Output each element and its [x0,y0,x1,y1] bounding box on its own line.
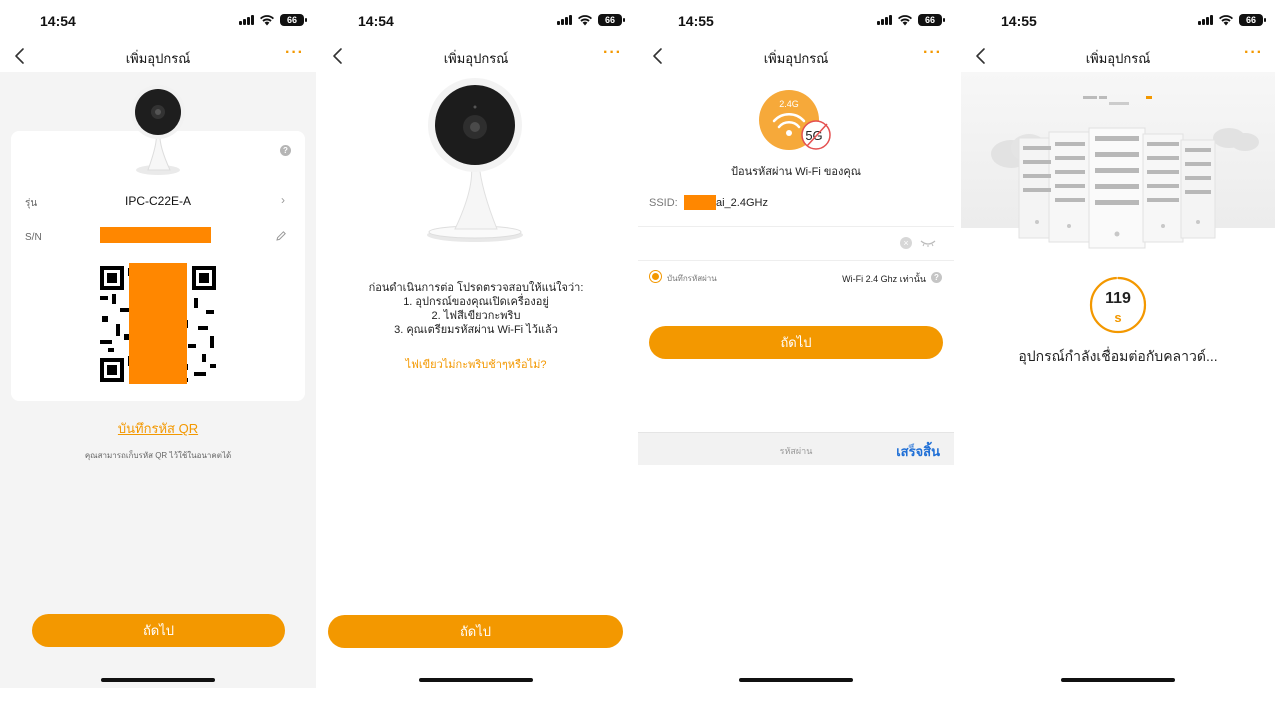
home-indicator [419,678,533,682]
battery-icon: 66 [280,14,307,26]
status-bar: 14:55 66 [961,0,1275,40]
qr-redacted [129,263,187,384]
camera-image [131,85,185,175]
signal-icon [557,15,572,25]
sn-label: S/N [25,232,42,243]
light-not-blinking-link[interactable]: ไฟเขียวไม่กะพริบช้าๆหรือไม่? [318,355,634,373]
band-24-label: 2.4G [779,99,799,109]
model-value[interactable]: IPC-C22E-A [11,194,305,208]
signal-icon [1198,15,1213,25]
page-title: เพิ่มอุปกรณ์ [125,51,191,66]
status-time: 14:54 [40,13,76,29]
wifi-band-icon: 2.4G 5G [759,90,831,150]
screen-wifi-password: 14:55 66 เพิ่มอุปกรณ์ ··· 2.4G 5G ป้อนรห… [638,0,954,688]
instr-title: ก่อนดำเนินการต่อ โปรดตรวจสอบให้แน่ใจว่า: [368,282,584,294]
wifi-status-icon [897,14,913,26]
nav-bar: เพิ่มอุปกรณ์ ··· [0,40,316,72]
sn-redacted [100,227,211,243]
keyboard-toolbar: รหัสผ่าน เสร็จสิ้น [638,432,954,465]
connecting-status: อุปกรณ์กำลังเชื่อมต่อกับคลาวด์... [1018,348,1218,364]
battery-icon: 66 [1239,14,1266,26]
divider [638,260,954,261]
server-illustration [991,96,1259,249]
help-icon[interactable]: ? [280,145,291,156]
chevron-right-icon[interactable]: › [281,193,285,207]
band-5-label: 5G [805,128,822,143]
screen-checklist: 14:54 66 เพิ่มอุปกรณ์ ··· ก่อนดำเนินการต… [318,0,634,688]
countdown-unit: s [1114,310,1122,325]
edit-icon[interactable] [275,230,287,242]
home-indicator [1061,678,1175,682]
next-button[interactable]: ถัดไป [32,614,285,647]
eye-closed-icon[interactable] [920,239,936,247]
done-button[interactable]: เสร็จสิ้น [896,441,940,462]
help-icon[interactable]: ? [931,272,942,283]
save-qr-note: คุณสามารถเก็บรหัส QR ไว้ใช้ในอนาคตได้ [84,451,232,460]
wifi-only-note: Wi-Fi 2.4 Ghz เท่านั้น [842,274,926,284]
screen-connecting: 14:55 66 เพิ่มอุปกรณ์ ··· 119 s อุปกรณ์ก… [961,0,1275,688]
save-password-radio[interactable] [649,270,662,283]
save-password-label[interactable]: บันทึกรหัสผ่าน [667,272,717,285]
status-bar: 14:55 66 [638,0,954,40]
camera-image [427,78,523,242]
ssid-label: SSID: [649,197,678,209]
instr-item: 3. คุณเตรียมรหัสผ่าน Wi-Fi ไว้แล้ว [394,324,558,336]
screen-device-info: 14:54 66 เพิ่มอุปกรณ์ ··· ? รุ่น IPC-C22… [0,0,316,688]
page-title: เพิ่มอุปกรณ์ [443,51,509,66]
status-time: 14:54 [358,13,394,29]
save-qr-link[interactable]: บันทึกรหัส QR [0,418,316,439]
page-title: เพิ่มอุปกรณ์ [763,51,829,66]
wifi-status-icon [259,14,275,26]
ssid-redacted [684,195,716,210]
instructions: ก่อนดำเนินการต่อ โปรดตรวจสอบให้แน่ใจว่า:… [318,281,634,337]
status-time: 14:55 [678,13,714,29]
countdown-value: 119 [1105,290,1131,307]
status-time: 14:55 [1001,13,1037,29]
nav-bar: เพิ่มอุปกรณ์ ··· [961,40,1275,72]
next-button[interactable]: ถัดไป [649,326,943,359]
home-indicator [101,678,215,682]
page-title: เพิ่มอุปกรณ์ [1085,51,1151,66]
divider [638,226,954,227]
nav-bar: เพิ่มอุปกรณ์ ··· [318,40,634,72]
signal-icon [239,15,254,25]
signal-icon [877,15,892,25]
wifi-status-icon [1218,14,1234,26]
clear-icon[interactable]: × [900,237,912,249]
instr-item: 2. ไฟสีเขียวกะพริบ [431,310,521,322]
ssid-value[interactable]: ai_2.4GHz [716,197,768,209]
nav-bar: เพิ่มอุปกรณ์ ··· [638,40,954,72]
wifi-status-icon [577,14,593,26]
enter-wifi-title: ป้อนรหัสผ่าน Wi-Fi ของคุณ [731,166,861,178]
instr-item: 1. อุปกรณ์ของคุณเปิดเครื่องอยู่ [403,296,549,308]
next-button[interactable]: ถัดไป [328,615,623,648]
battery-icon: 66 [918,14,945,26]
status-bar: 14:54 66 [318,0,634,40]
more-icon[interactable]: ··· [285,44,304,62]
home-indicator [739,678,853,682]
battery-icon: 66 [598,14,625,26]
status-bar: 14:54 66 [0,0,316,40]
more-icon[interactable]: ··· [1244,44,1263,62]
more-icon[interactable]: ··· [603,44,622,62]
more-icon[interactable]: ··· [923,44,942,62]
